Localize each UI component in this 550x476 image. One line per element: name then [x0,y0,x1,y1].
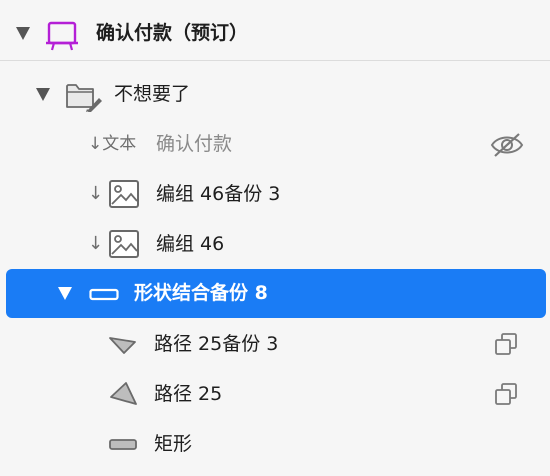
divider [0,60,550,61]
image-icon [108,179,140,213]
group-copy-name: 编组 46备份 3 [156,183,281,205]
layer-row-folder[interactable]: 不想要了 [0,70,550,118]
text-layer-name: 确认付款 [156,133,233,155]
path-name: 路径 25 [154,383,223,405]
rectangle-icon [108,437,138,456]
symbol-copy-icon[interactable] [494,382,518,410]
shape-combo-name: 形状结合备份 8 [134,282,268,304]
image-icon [108,229,140,263]
disclosure-triangle-icon[interactable] [36,88,50,101]
layer-row-path[interactable]: 路径 25 [0,370,550,418]
disclosure-triangle-icon[interactable] [16,27,30,40]
artboard-name: 确认付款（预订） [96,22,249,44]
rect-name: 矩形 [154,433,193,455]
artboard-icon [45,21,79,55]
mask-icon: ↓ [88,183,104,204]
layer-row-group-copy[interactable]: ↓ 编组 46备份 3 [0,170,550,218]
layer-row-group[interactable]: ↓ 编组 46 [0,220,550,268]
folder-name: 不想要了 [114,83,191,105]
layer-list-panel: 确认付款（预订） 不想要了 ↓文本 确认付款 ↓ 编组 46备份 3 ↓ 编组 … [0,0,550,476]
layer-row-path-copy[interactable]: 路径 25备份 3 [0,320,550,368]
layer-row-rect[interactable]: 矩形 [0,420,550,468]
triangle-path-icon [108,380,138,412]
disclosure-triangle-icon[interactable] [58,287,72,300]
symbol-copy-icon[interactable] [494,332,518,360]
layer-row-text[interactable]: ↓文本 确认付款 [0,120,550,168]
layer-row-shape-combo[interactable]: 形状结合备份 8 [0,269,550,318]
path-copy-name: 路径 25备份 3 [154,333,279,355]
triangle-path-icon [108,334,138,360]
folder-icon [65,80,103,116]
group-name: 编组 46 [156,233,225,255]
shape-icon [89,287,119,306]
text-layer-prefix: ↓文本 [88,134,137,154]
layer-row-artboard[interactable]: 确认付款（预订） [0,6,550,58]
eye-slash-icon[interactable] [490,132,524,162]
mask-icon: ↓ [88,233,104,254]
